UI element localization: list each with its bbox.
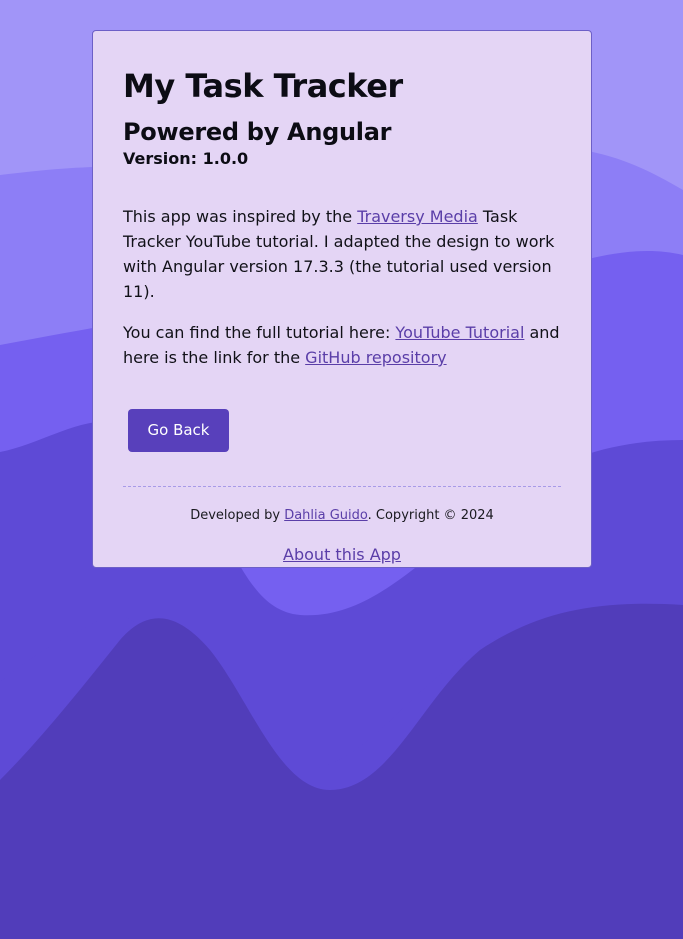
traversy-media-link[interactable]: Traversy Media: [357, 207, 478, 226]
about-link-container: About this App: [123, 544, 561, 566]
about-app-link[interactable]: About this App: [283, 545, 401, 564]
version-label: Version: 1.0.0: [123, 149, 249, 168]
youtube-tutorial-link[interactable]: YouTube Tutorial: [395, 323, 524, 342]
links-text-start: You can find the full tutorial here:: [123, 323, 396, 342]
developed-by-text: Developed by: [190, 508, 285, 523]
footer-divider: [123, 486, 561, 487]
copyright-text: . Copyright © 2024: [367, 508, 494, 523]
footer-credit: Developed by Dahlia Guido. Copyright © 2…: [123, 507, 561, 525]
intro-text-start: This app was inspired by the: [123, 207, 358, 226]
links-paragraph: You can find the full tutorial here: You…: [123, 320, 561, 370]
github-repository-link[interactable]: GitHub repository: [305, 348, 446, 367]
about-card: My Task Tracker Powered by Angular Versi…: [92, 30, 592, 568]
page-title: My Task Tracker: [123, 67, 403, 105]
intro-paragraph: This app was inspired by the Traversy Me…: [123, 204, 561, 304]
author-link[interactable]: Dahlia Guido: [284, 508, 367, 523]
page-subtitle: Powered by Angular: [123, 118, 392, 146]
go-back-button[interactable]: Go Back: [128, 409, 229, 452]
